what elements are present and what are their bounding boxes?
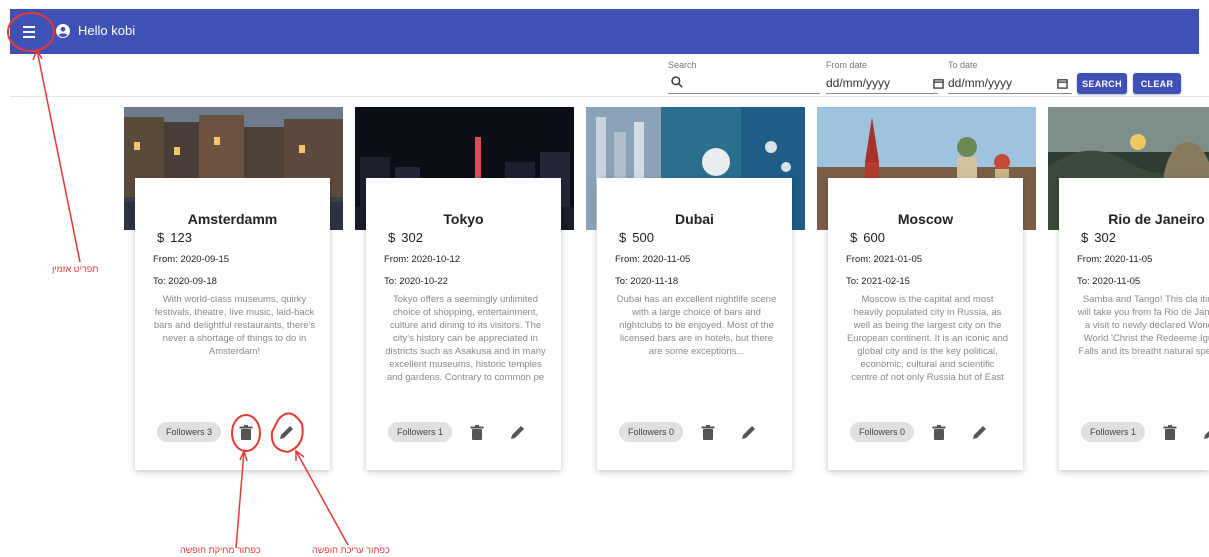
date-to: To: 2021-02-15 <box>846 276 910 287</box>
card-title: Moscow <box>897 211 954 227</box>
price-value: 123 <box>170 230 192 245</box>
date-to: To: 2020-10-22 <box>384 276 448 287</box>
description: Samba and Tango! This cla itinerary will… <box>1077 294 1209 357</box>
menu-icon[interactable] <box>18 21 40 43</box>
date-from: From: 2020-11-05 <box>615 254 691 265</box>
greeting-text: Hello kobi <box>78 23 136 38</box>
delete-icon[interactable] <box>1163 425 1177 440</box>
dollar-icon: $ <box>619 230 627 245</box>
date-from: From: 2020-10-12 <box>384 254 461 265</box>
vacation-card-dubai: Dubai $500 From: 2020-11-05 To: 2020-11-… <box>597 178 792 470</box>
followers-chip[interactable]: Followers 0 <box>619 422 684 442</box>
card-title: Amsterdamm <box>187 211 278 227</box>
dollar-icon: $ <box>388 230 396 245</box>
from-date-input[interactable]: dd/mm/yyyy <box>826 76 890 90</box>
followers-chip[interactable]: Followers 3 <box>157 422 222 442</box>
description: Tokyo offers a seemingly unlimited choic… <box>385 294 546 383</box>
vacation-card-rio: Rio de Janeiro $302 From: 2020-11-05 To:… <box>1059 178 1209 470</box>
search-input[interactable] <box>690 74 822 92</box>
delete-annotation-label: כפתור מחיקת חופשה <box>180 545 261 555</box>
card-title: Tokyo <box>443 211 484 227</box>
menu-arrow <box>36 49 81 263</box>
dollar-icon: $ <box>1081 230 1089 245</box>
followers-chip[interactable]: Followers 0 <box>850 422 915 442</box>
clear-button[interactable]: CLEAR <box>1133 73 1181 94</box>
menu-annotation-label: תפריט אזמין <box>52 264 99 274</box>
from-date-label: From date <box>826 60 868 70</box>
description: With world-class museums, quirky festiva… <box>153 294 316 357</box>
price: $302 <box>1081 230 1116 245</box>
vacation-card-amsterdamm: Amsterdamm $123 From: 2020-09-15 To: 202… <box>135 178 330 470</box>
card-title: Rio de Janeiro <box>1108 211 1205 227</box>
followers-chip[interactable]: Followers 1 <box>388 422 453 442</box>
price: $123 <box>157 230 192 245</box>
delete-icon[interactable] <box>470 425 484 440</box>
vacation-card-moscow: Moscow $600 From: 2021-01-05 To: 2021-02… <box>828 178 1023 470</box>
date-from: From: 2021-01-05 <box>846 254 923 265</box>
edit-icon[interactable] <box>510 425 525 440</box>
divider <box>10 96 1209 97</box>
search-label: Search <box>668 60 697 70</box>
price-value: 500 <box>632 230 654 245</box>
price: $302 <box>388 230 423 245</box>
app-bar: Hello kobi <box>10 9 1199 54</box>
delete-icon[interactable] <box>239 425 253 440</box>
description: Dubai has an excellent nightlife scene w… <box>616 294 777 357</box>
dollar-icon: $ <box>850 230 858 245</box>
card-title: Dubai <box>675 211 714 227</box>
vacation-card-tokyo: Tokyo $302 From: 2020-10-12 To: 2020-10-… <box>366 178 561 470</box>
dollar-icon: $ <box>157 230 165 245</box>
price: $600 <box>850 230 885 245</box>
edit-annotation-label: כפתור עריכת חופשה <box>312 545 390 555</box>
to-date-label: To date <box>948 60 978 70</box>
account-circle-icon[interactable] <box>56 24 70 38</box>
date-to: To: 2020-11-05 <box>1077 276 1141 287</box>
from-date-underline <box>826 93 938 94</box>
search-underline <box>668 93 820 94</box>
price-value: 302 <box>401 230 423 245</box>
edit-icon[interactable] <box>279 425 294 440</box>
description: Moscow is the capital and most heavily p… <box>846 294 1009 383</box>
edit-icon[interactable] <box>1203 425 1209 440</box>
date-to: To: 2020-11-18 <box>615 276 679 287</box>
to-date-input[interactable]: dd/mm/yyyy <box>948 76 1012 90</box>
price: $500 <box>619 230 654 245</box>
search-button[interactable]: SEARCH <box>1077 73 1127 94</box>
delete-icon[interactable] <box>701 425 715 440</box>
edit-icon[interactable] <box>741 425 756 440</box>
edit-icon[interactable] <box>972 425 987 440</box>
price-value: 302 <box>1094 230 1116 245</box>
to-date-underline <box>948 93 1072 94</box>
delete-icon[interactable] <box>932 425 946 440</box>
date-to: To: 2020-09-18 <box>153 276 217 287</box>
date-from: From: 2020-09-15 <box>153 254 230 265</box>
price-value: 600 <box>863 230 885 245</box>
followers-chip[interactable]: Followers 1 <box>1081 422 1146 442</box>
search-icon <box>671 76 683 88</box>
calendar-icon[interactable] <box>1057 78 1068 89</box>
date-from: From: 2020-11-05 <box>1077 254 1153 265</box>
calendar-icon[interactable] <box>933 78 944 89</box>
